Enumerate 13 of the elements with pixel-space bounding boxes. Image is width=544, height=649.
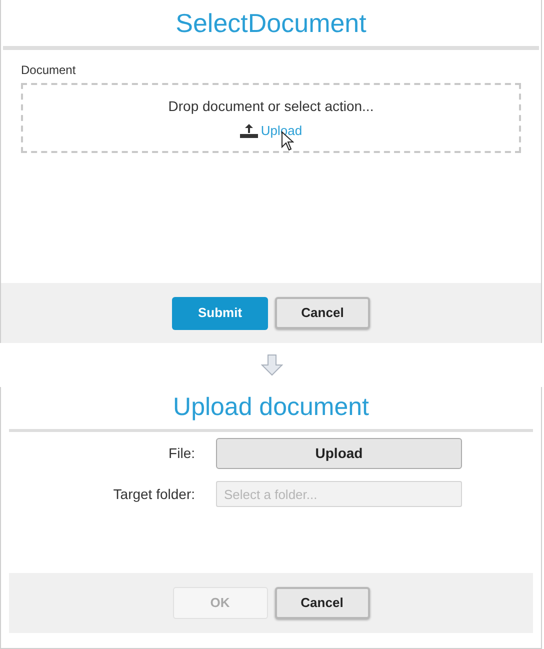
upload-icon	[240, 124, 258, 138]
drop-zone[interactable]: Drop document or select action... Upload	[21, 83, 521, 153]
dialog-title: Upload document	[172, 392, 370, 424]
down-arrow-icon	[261, 354, 283, 376]
upload-button[interactable]: Upload	[216, 438, 462, 469]
dialog-title: SelectDocument	[174, 6, 368, 40]
field-label: Target folder:	[112, 484, 196, 504]
dialog-button[interactable]: Cancel	[274, 587, 370, 619]
field-label: File:	[168, 444, 196, 463]
folder-select-field[interactable]: Select a folder...	[216, 481, 462, 507]
dialog-button[interactable]: Cancel	[275, 297, 370, 329]
drop-prompt: Drop document or select action...	[168, 96, 374, 116]
field-label: Document	[21, 62, 77, 79]
